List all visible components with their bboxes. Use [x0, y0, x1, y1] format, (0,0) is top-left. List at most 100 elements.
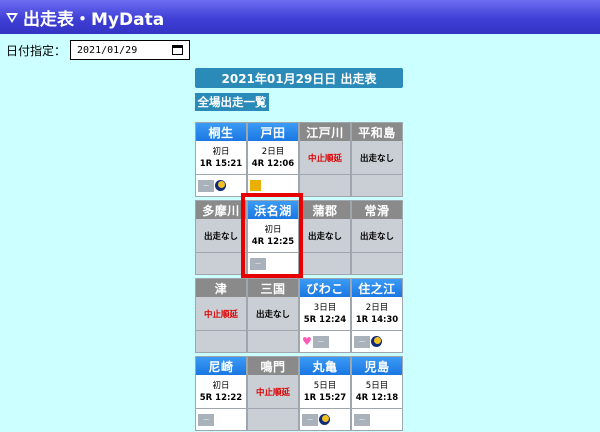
badge-icon: — — [354, 335, 370, 348]
venue-info: 初日 1R 15:21 — [196, 141, 246, 175]
venue-icons — [248, 331, 298, 352]
date-value: 2021/01/29 — [77, 44, 138, 56]
schedule-header: 2021年01月29日日 出走表 — [195, 68, 403, 88]
venue-status: 中止順延 — [255, 387, 290, 398]
venue-card[interactable]: 江戸川 中止順延 — [299, 122, 351, 197]
venue-info: 出走なし — [300, 219, 350, 253]
venue-day: 初日 — [212, 380, 230, 391]
venue-name[interactable]: 鳴門 — [248, 357, 298, 375]
venue-name[interactable]: 丸亀 — [300, 357, 350, 375]
venue-name[interactable]: 平和島 — [352, 123, 402, 141]
badge-icon: — — [354, 413, 370, 426]
venue-card[interactable]: 丸亀 5日目 1R 15:27 — — [299, 356, 351, 431]
venue-name[interactable]: 三国 — [248, 279, 298, 297]
venue-card[interactable]: びわこ 3日目 5R 12:24 ♥ — — [299, 278, 351, 353]
venue-info: 出走なし — [352, 219, 402, 253]
venue-status: 出走なし — [255, 309, 290, 320]
app-title: 出走表・MyData — [23, 9, 165, 30]
venue-status: 中止順延 — [307, 153, 342, 164]
venue-race-time: 4R 12:06 — [251, 158, 295, 169]
g1-icon — [250, 180, 261, 191]
venue-day: 2日目 — [365, 302, 389, 313]
venue-race-time: 4R 12:18 — [355, 392, 399, 403]
funnel-icon — [6, 13, 18, 23]
venue-icons — [352, 175, 402, 196]
venue-icons: — — [352, 409, 402, 430]
venue-info: 初日 5R 12:22 — [196, 375, 246, 409]
venue-icons — [352, 253, 402, 274]
venue-day: 2日目 — [261, 146, 285, 157]
venue-info: 5日目 4R 12:18 — [352, 375, 402, 409]
venue-race-time: 1R 15:27 — [303, 392, 347, 403]
venue-info: 出走なし — [248, 297, 298, 331]
venue-info: 2日目 1R 14:30 — [352, 297, 402, 331]
venue-icons: ♥ — — [300, 331, 350, 352]
venue-name[interactable]: 津 — [196, 279, 246, 297]
moon-icon — [319, 414, 330, 425]
venue-card[interactable]: 尼崎 初日 5R 12:22 — — [195, 356, 247, 431]
venue-info: 2日目 4R 12:06 — [248, 141, 298, 175]
venue-icons: — — [352, 331, 402, 352]
calendar-icon[interactable] — [172, 45, 184, 55]
venue-card[interactable]: 多摩川 出走なし — [195, 200, 247, 275]
badge-icon: — — [302, 413, 318, 426]
venue-status: 出走なし — [307, 231, 342, 242]
venue-name[interactable]: 多摩川 — [196, 201, 246, 219]
venue-icons — [196, 331, 246, 352]
venue-card[interactable]: 三国 出走なし — [247, 278, 299, 353]
venue-status: 出走なし — [359, 231, 394, 242]
venue-icons — [300, 175, 350, 196]
venue-name[interactable]: 江戸川 — [300, 123, 350, 141]
badge-icon: — — [198, 413, 214, 426]
venue-name[interactable]: 桐生 — [196, 123, 246, 141]
venue-name[interactable]: 蒲郡 — [300, 201, 350, 219]
venue-status: 出走なし — [203, 231, 238, 242]
venue-race-time: 5R 12:24 — [303, 314, 347, 325]
venue-day: 5日目 — [365, 380, 389, 391]
venue-race-time: 1R 14:30 — [355, 314, 399, 325]
venue-card[interactable]: 平和島 出走なし — [351, 122, 403, 197]
venue-day: 3日目 — [313, 302, 337, 313]
venue-race-time: 5R 12:22 — [199, 392, 243, 403]
venue-card[interactable]: 蒲郡 出走なし — [299, 200, 351, 275]
venue-icons: — — [196, 409, 246, 430]
venue-info: 中止順延 — [300, 141, 350, 175]
venue-race-time: 1R 15:21 — [199, 158, 243, 169]
title-bar: 出走表・MyData — [0, 0, 600, 34]
moon-icon — [215, 180, 226, 191]
venue-name[interactable]: 住之江 — [352, 279, 402, 297]
venue-icons: — — [300, 409, 350, 430]
venue-status: 中止順延 — [203, 309, 238, 320]
venue-icons — [196, 253, 246, 274]
venue-card[interactable]: 津中止順延 — [195, 278, 247, 353]
badge-icon: — — [198, 179, 214, 192]
venue-info: 出走なし — [196, 219, 246, 253]
venue-status: 出走なし — [359, 153, 394, 164]
badge-icon: — — [312, 335, 329, 348]
venue-name[interactable]: 常滑 — [352, 201, 402, 219]
all-venues-button[interactable]: 全場出走一覧 — [195, 93, 269, 111]
venue-info: 3日目 5R 12:24 — [300, 297, 350, 331]
venue-info: 中止順延 — [196, 297, 246, 331]
venue-name[interactable]: 児島 — [352, 357, 402, 375]
venue-info: 5日目 1R 15:27 — [300, 375, 350, 409]
venue-card[interactable]: 桐生 初日 1R 15:21 — — [195, 122, 247, 197]
venue-name[interactable]: 戸田 — [248, 123, 298, 141]
date-label: 日付指定： — [6, 43, 67, 58]
venue-name[interactable]: 尼崎 — [196, 357, 246, 375]
venue-card[interactable]: 常滑 出走なし — [351, 200, 403, 275]
venue-name[interactable]: びわこ — [300, 279, 350, 297]
venue-card[interactable]: 戸田 2日目 4R 12:06 — [247, 122, 299, 197]
venue-card[interactable]: 鳴門 中止順延 — [247, 356, 299, 431]
venue-card[interactable]: 児島 5日目 4R 12:18— — [351, 356, 403, 431]
venue-icons — [248, 409, 298, 430]
venue-icons: — — [196, 175, 246, 196]
date-selector: 日付指定： 2021/01/29 — [6, 40, 191, 60]
venue-card[interactable]: 住之江 2日目 1R 14:30— — [351, 278, 403, 353]
date-input[interactable]: 2021/01/29 — [70, 40, 191, 60]
moon-icon — [371, 336, 382, 347]
selection-highlight — [241, 193, 303, 278]
venue-info: 中止順延 — [248, 375, 298, 409]
heart-icon: ♥ — [302, 335, 312, 348]
venue-icons — [300, 253, 350, 274]
